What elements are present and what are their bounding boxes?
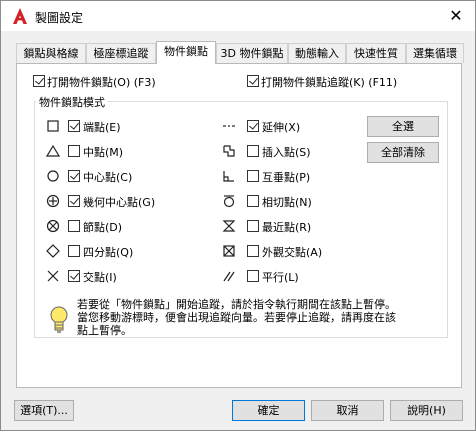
help-button[interactable]: 說明(H) [390, 400, 463, 421]
left-osnap-label-3: 幾何中心點(G) [83, 196, 156, 209]
left-osnap-checkbox-5[interactable] [68, 245, 80, 257]
geometric-center-icon [46, 194, 60, 208]
right-osnap-label-0: 延伸(X) [262, 121, 301, 134]
left-osnap-label-2: 中心點(C) [83, 171, 133, 184]
extension-icon [223, 125, 235, 127]
right-osnap-label-2: 互垂點(P) [262, 171, 311, 184]
quadrant-diamond-icon [46, 244, 60, 258]
left-osnap-label-4: 節點(D) [83, 221, 123, 234]
right-osnap-checkbox-0[interactable] [247, 120, 259, 132]
tangent-icon [223, 195, 235, 208]
drafting-settings-dialog: 製圖設定 ✕ 鎖點與格線 極座標追蹤 物件鎖點 3D 物件鎖點 動態輸入 快速性質 選集循環… [0, 0, 476, 431]
autocad-logo-icon [13, 8, 27, 24]
parallel-icon [223, 271, 235, 282]
right-osnap-checkbox-4[interactable] [247, 220, 259, 232]
left-osnap-label-5: 四分點(Q) [83, 246, 134, 259]
osnap-on-label: 打開物件鎖點(O) (F3) [47, 76, 156, 89]
osnap-panel: 打開物件鎖點(O) (F3) 打開物件鎖點追蹤(K) (F11) 物件鎖點模式 … [16, 63, 462, 388]
right-osnap-label-1: 插入點(S) [262, 146, 311, 159]
clear-all-button[interactable]: 全部清除 [367, 142, 439, 163]
insertion-icon [223, 145, 235, 157]
right-osnap-label-3: 相切點(N) [262, 196, 312, 209]
tracking-hint-text: 若要從「物件鎖點」開始追蹤，請於指令執行期間在該點上暫停。 當您移動游標時，便會… [77, 298, 396, 337]
left-osnap-checkbox-2[interactable] [68, 170, 80, 182]
tracking-on-label: 打開物件鎖點追蹤(K) (F11) [261, 76, 398, 89]
options-button[interactable]: 選項(T)... [14, 400, 74, 421]
right-osnap-label-6: 平行(L) [262, 271, 299, 284]
tab-quick-properties[interactable]: 快速性質 [346, 43, 406, 63]
dialog-footer: 選項(T)... 確定 取消 說明(H) [1, 388, 475, 430]
left-osnap-checkbox-0[interactable] [68, 120, 80, 132]
close-button[interactable]: ✕ [445, 5, 467, 27]
title-bar: 製圖設定 ✕ [1, 1, 475, 31]
apparent-intersection-icon [223, 245, 235, 257]
right-osnap-label-4: 最近點(R) [262, 221, 312, 234]
intersection-x-icon [47, 270, 59, 282]
right-osnap-checkbox-1[interactable] [247, 145, 259, 157]
left-osnap-checkbox-6[interactable] [68, 270, 80, 282]
left-osnap-label-1: 中點(M) [83, 146, 124, 159]
tracking-on-checkbox[interactable] [247, 75, 259, 87]
lightbulb-icon [50, 306, 68, 333]
node-icon [46, 219, 60, 233]
right-osnap-checkbox-6[interactable] [247, 270, 259, 282]
tab-snap-grid[interactable]: 鎖點與格線 [16, 43, 86, 63]
perpendicular-icon [223, 171, 234, 182]
left-osnap-checkbox-3[interactable] [68, 195, 80, 207]
nearest-icon [222, 220, 236, 232]
select-all-button[interactable]: 全選 [367, 116, 439, 137]
endpoint-square-icon [47, 120, 59, 132]
tab-object-snap[interactable]: 物件鎖點 [156, 41, 216, 64]
group-title: 物件鎖點模式 [36, 94, 108, 110]
tab-polar-tracking[interactable]: 極座標追蹤 [86, 43, 156, 63]
midpoint-triangle-icon [46, 144, 60, 157]
center-circle-icon [47, 170, 59, 182]
tab-selection-cycling[interactable]: 選集循環 [406, 43, 464, 63]
left-osnap-checkbox-1[interactable] [68, 145, 80, 157]
window-title: 製圖設定 [35, 11, 84, 25]
cancel-button[interactable]: 取消 [311, 400, 384, 421]
left-osnap-label-6: 交點(I) [83, 271, 117, 284]
ok-button[interactable]: 確定 [232, 400, 305, 421]
left-osnap-label-0: 端點(E) [83, 121, 121, 134]
right-osnap-checkbox-2[interactable] [247, 170, 259, 182]
tab-3d-object-snap[interactable]: 3D 物件鎖點 [216, 43, 288, 63]
tab-dynamic-input[interactable]: 動態輸入 [288, 43, 346, 63]
right-osnap-checkbox-3[interactable] [247, 195, 259, 207]
right-osnap-checkbox-5[interactable] [247, 245, 259, 257]
left-osnap-checkbox-4[interactable] [68, 220, 80, 232]
osnap-on-checkbox[interactable] [33, 75, 45, 87]
right-osnap-label-5: 外觀交點(A) [262, 246, 323, 259]
